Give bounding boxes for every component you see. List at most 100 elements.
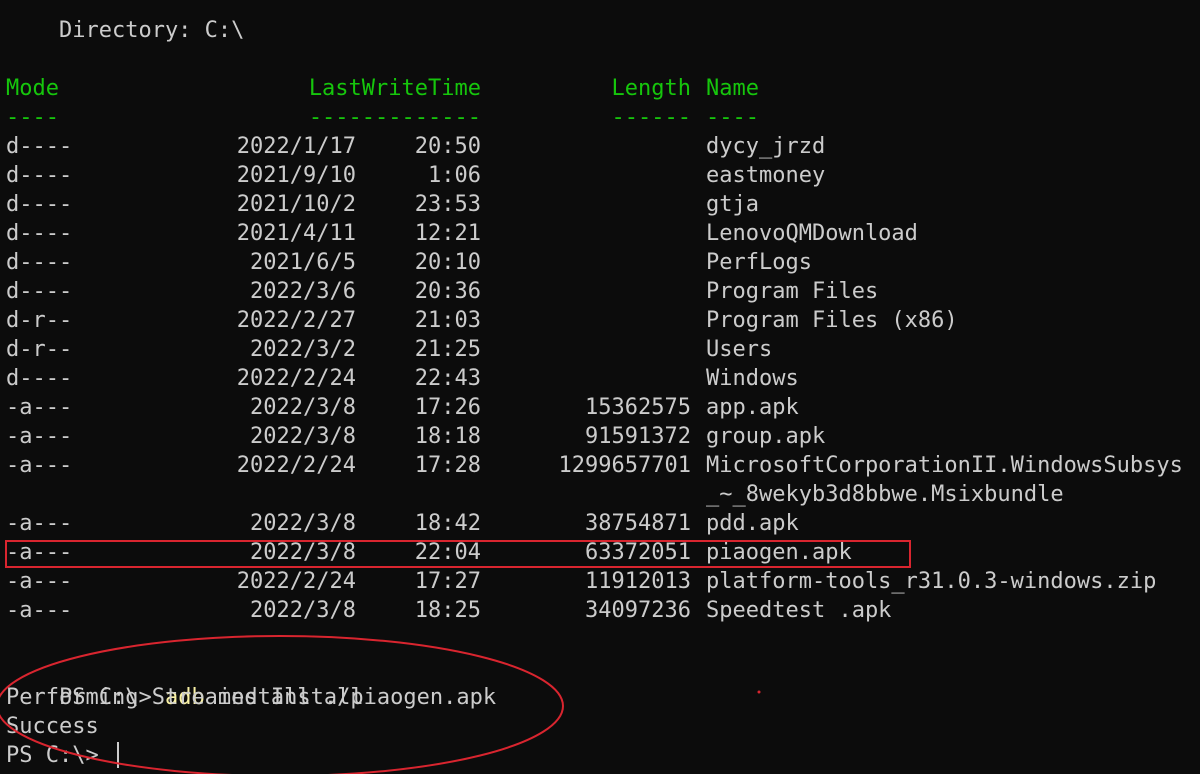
entry-time: 1:06	[428, 163, 481, 188]
entry-date: 2022/3/8	[250, 540, 356, 565]
entry-name: Speedtest .apk	[706, 598, 892, 623]
entry-time: 22:43	[414, 366, 481, 391]
entry-time: 17:27	[414, 569, 481, 594]
entry-mode: d----	[6, 221, 73, 246]
entry-mode: d----	[6, 250, 73, 275]
entry-time: 12:21	[414, 221, 481, 246]
table-row: -a--- 2022/2/24 17:27 11912013 platform-…	[0, 567, 1200, 596]
header-length: Length	[611, 76, 691, 101]
entry-time: 20:36	[414, 279, 481, 304]
entry-mode: -a---	[6, 511, 73, 536]
table-row: -a--- 2022/3/8 18:25 34097236 Speedtest …	[0, 596, 1200, 625]
entry-date: 2021/4/11	[236, 221, 356, 246]
output-line: Performing Streamed Install	[0, 683, 364, 712]
entry-mode: -a---	[6, 540, 73, 565]
entry-name: MicrosoftCorporationII.WindowsSubsys	[706, 453, 1183, 478]
command-line: PS C:\> adb install ./piaogen.apk	[0, 654, 496, 710]
entry-date: 2022/2/24	[236, 453, 356, 478]
input-line[interactable]: PS C:\>	[0, 741, 99, 770]
entry-time: 20:50	[414, 134, 481, 159]
entry-mode: -a---	[6, 569, 73, 594]
entry-date: 2021/9/10	[236, 163, 356, 188]
entry-mode: d----	[6, 163, 73, 188]
column-headers: Mode LastWriteTime Length Name	[0, 74, 1200, 103]
table-row: d-r-- 2022/2/27 21:03 Program Files (x86…	[0, 306, 1200, 335]
entry-length: 11912013	[585, 569, 691, 594]
entry-time: 23:53	[414, 192, 481, 217]
entry-date: 2022/3/8	[250, 511, 356, 536]
header-mode: Mode	[6, 76, 59, 101]
entry-name: dycy_jrzd	[706, 134, 826, 159]
entry-date: 2021/10/2	[236, 192, 356, 217]
entry-length: 34097236	[585, 598, 691, 623]
entry-name: Program Files (x86)	[706, 308, 958, 333]
entry-name: LenovoQMDownload	[706, 221, 918, 246]
entry-date: 2022/3/8	[250, 424, 356, 449]
entry-name: Users	[706, 337, 773, 362]
entry-name: group.apk	[706, 424, 826, 449]
entry-mode: d-r--	[6, 308, 73, 333]
entry-time: 21:03	[414, 308, 481, 333]
table-row: -a--- 2022/3/8 18:18 91591372 group.apk	[0, 422, 1200, 451]
prompt-text: PS C:\>	[6, 743, 112, 768]
table-row: -a--- 2022/2/24 17:28 1299657701 Microso…	[0, 451, 1200, 480]
table-row: d---- 2021/10/2 23:53 gtja	[0, 190, 1200, 219]
table-row: d---- 2022/3/6 20:36 Program Files	[0, 277, 1200, 306]
directory-line: Directory: C:\	[0, 16, 244, 45]
entry-mode: d----	[6, 134, 73, 159]
entry-time: 17:28	[414, 453, 481, 478]
header-name: Name	[706, 76, 759, 101]
table-row-continuation: _~_8wekyb3d8bbwe.Msixbundle	[0, 480, 1200, 509]
header-lastwritetime: LastWriteTime	[308, 76, 481, 101]
entry-date: 2022/3/2	[250, 337, 356, 362]
entry-name: platform-tools_r31.0.3-windows.zip	[706, 569, 1157, 594]
entry-name: PerfLogs	[706, 250, 812, 275]
header-mode-underline: ----	[6, 105, 59, 130]
column-header-underlines: ---- ------------- ------ ----	[0, 103, 1200, 132]
text-cursor	[117, 742, 119, 768]
output-success: Success	[6, 714, 99, 739]
header-name-underline: ----	[706, 105, 759, 130]
annotation-dot	[757, 690, 761, 694]
entry-mode: -a---	[6, 395, 73, 420]
entry-date: 2022/3/8	[250, 598, 356, 623]
entry-length: 1299657701	[558, 453, 691, 478]
entry-mode: -a---	[6, 453, 73, 478]
entry-time: 17:26	[414, 395, 481, 420]
entry-name: Program Files	[706, 279, 879, 304]
output-performing: Performing Streamed Install	[6, 685, 364, 710]
table-row: -a--- 2022/3/8 17:26 15362575 app.apk	[0, 393, 1200, 422]
entry-mode: d----	[6, 366, 73, 391]
entry-name: gtja	[706, 192, 759, 217]
entry-name: pdd.apk	[706, 511, 799, 536]
entry-length: 38754871	[585, 511, 691, 536]
entry-mode: -a---	[6, 598, 73, 623]
directory-label: Directory: C:\	[6, 18, 245, 43]
entry-date: 2022/1/17	[236, 134, 356, 159]
entry-name: eastmoney	[706, 163, 826, 188]
entry-time: 18:42	[414, 511, 481, 536]
entry-name: piaogen.apk	[706, 540, 852, 565]
header-length-underline: ------	[611, 105, 691, 130]
entry-length: 63372051	[585, 540, 691, 565]
entry-time: 22:04	[414, 540, 481, 565]
entry-time: 18:18	[414, 424, 481, 449]
output-line: Success	[0, 712, 99, 741]
entry-name: _~_8wekyb3d8bbwe.Msixbundle	[706, 482, 1064, 507]
entry-date: 2022/2/27	[236, 308, 356, 333]
table-row: -a--- 2022/3/8 18:42 38754871 pdd.apk	[0, 509, 1200, 538]
entry-time: 18:25	[414, 598, 481, 623]
entry-date: 2022/2/24	[236, 569, 356, 594]
entry-date: 2022/2/24	[236, 366, 356, 391]
entry-date: 2021/6/5	[250, 250, 356, 275]
entry-mode: d----	[6, 279, 73, 304]
header-lastwritetime-underline: -------------	[308, 105, 481, 130]
entry-name: Windows	[706, 366, 799, 391]
entry-time: 21:25	[414, 337, 481, 362]
entry-mode: d----	[6, 192, 73, 217]
entry-length: 91591372	[585, 424, 691, 449]
terminal-window[interactable]: Directory: C:\ Mode LastWriteTime Length…	[0, 0, 1200, 774]
table-row: d-r-- 2022/3/2 21:25 Users	[0, 335, 1200, 364]
entry-mode: -a---	[6, 424, 73, 449]
entry-length: 15362575	[585, 395, 691, 420]
